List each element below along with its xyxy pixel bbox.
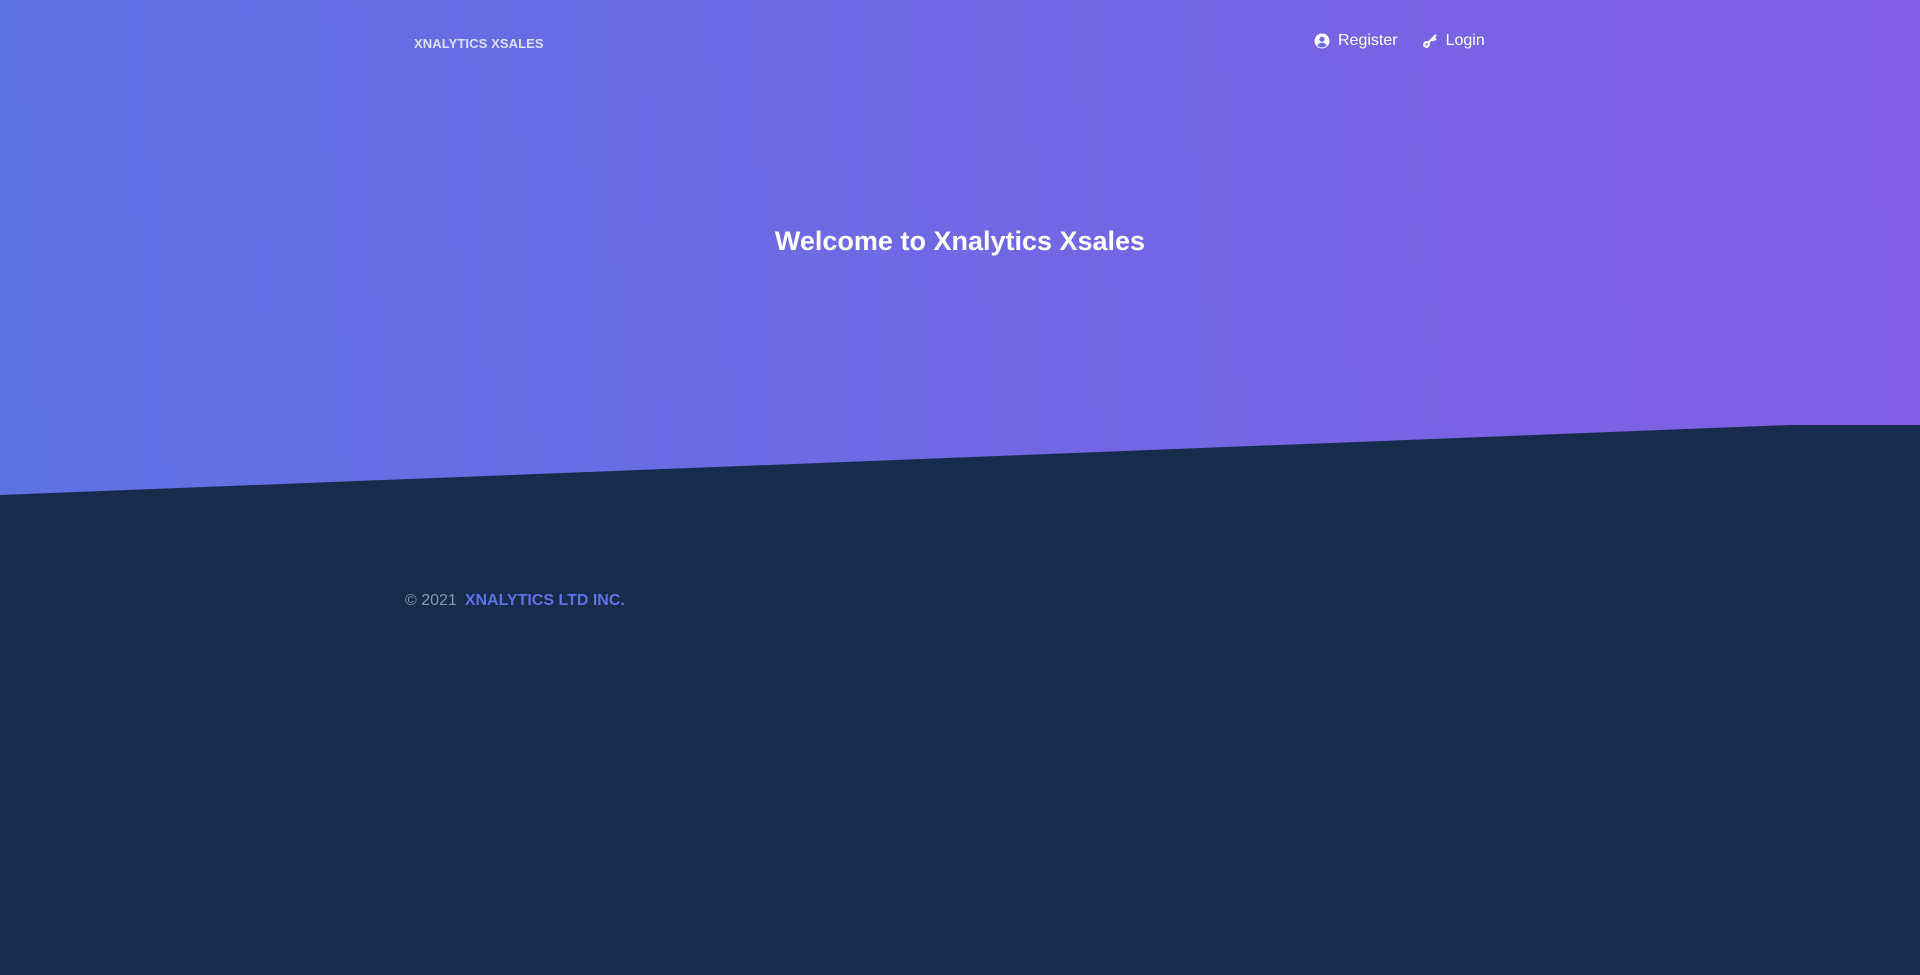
nav-links: Register Login — [1314, 32, 1485, 50]
register-link[interactable]: Register — [1314, 32, 1398, 50]
page-title: Welcome to Xnalytics Xsales — [774, 226, 1146, 256]
copyright-text: © 2021 — [405, 592, 457, 609]
login-link[interactable]: Login — [1422, 32, 1485, 50]
login-label: Login — [1445, 32, 1485, 49]
footer: © 2021 XNALYTICS LTD INC. — [405, 592, 625, 610]
circle-user-icon — [1314, 33, 1330, 49]
brand-link[interactable]: XNALYTICS XSALES — [414, 36, 544, 51]
company-link[interactable]: XNALYTICS LTD INC. — [465, 592, 625, 610]
register-label: Register — [1338, 32, 1398, 49]
navbar: XNALYTICS XSALES Register Login — [0, 0, 1920, 88]
key-icon — [1422, 33, 1438, 49]
